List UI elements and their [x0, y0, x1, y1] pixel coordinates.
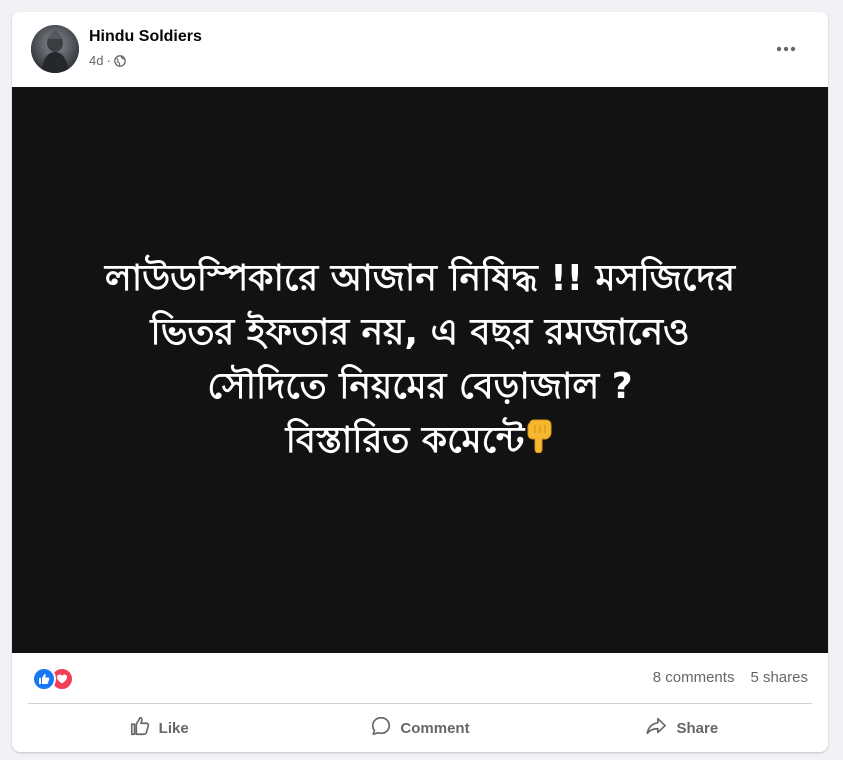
image-text-line-3: সৌদিতে নিয়মের বেড়াজাল ?	[207, 365, 633, 407]
shares-count[interactable]: 5 shares	[750, 669, 808, 686]
more-options-button[interactable]	[764, 30, 808, 66]
post-header: Hindu Soldiers 4d ·	[12, 12, 828, 87]
engagement-counts: 8 comments 5 shares	[653, 669, 808, 686]
reaction-summary[interactable]	[32, 667, 78, 691]
image-text-line-4-wrap: বিস্তারিত কমেন্টে	[50, 414, 790, 469]
backhand-index-pointing-down-icon	[524, 415, 554, 469]
author-name[interactable]: Hindu Soldiers	[89, 28, 202, 46]
like-reaction-icon	[32, 667, 56, 691]
thumbs-up-icon	[129, 715, 151, 741]
actions-divider	[28, 703, 812, 704]
comment-button[interactable]: Comment	[289, 708, 550, 748]
image-text-line-1: লাউডস্পিকারে আজান নিষিদ্ধ !! মসজিদের	[104, 257, 736, 299]
globe-icon[interactable]	[113, 54, 126, 67]
comment-bubble-icon	[370, 715, 392, 741]
post-actions: Like Comment Share	[28, 708, 812, 748]
comment-label: Comment	[400, 719, 470, 737]
like-button[interactable]: Like	[28, 708, 289, 748]
share-button[interactable]: Share	[551, 708, 812, 748]
post-image[interactable]: লাউডস্পিকারে আজান নিষিদ্ধ !! মসজিদের ভিত…	[12, 87, 828, 653]
post-stats: 8 comments 5 shares	[12, 653, 828, 703]
share-label: Share	[676, 719, 719, 737]
image-text-line-2: ভিতর ইফতার নয়, এ বছর রমজানেও	[150, 311, 690, 353]
post-card: Hindu Soldiers 4d · লাউডস্পিকারে আজান নি…	[12, 12, 828, 752]
share-arrow-icon	[644, 715, 668, 741]
post-meta: 4d ·	[89, 53, 126, 68]
comments-count[interactable]: 8 comments	[653, 669, 735, 686]
more-horizontal-icon	[776, 39, 796, 57]
author-avatar[interactable]	[31, 25, 79, 73]
like-label: Like	[158, 719, 189, 737]
image-text-line-4: বিস্তারিত কমেন্টে	[285, 419, 525, 461]
post-image-text: লাউডস্পিকারে আজান নিষিদ্ধ !! মসজিদের ভিত…	[50, 252, 790, 469]
meta-separator: ·	[106, 53, 111, 68]
post-time[interactable]: 4d	[89, 53, 103, 68]
